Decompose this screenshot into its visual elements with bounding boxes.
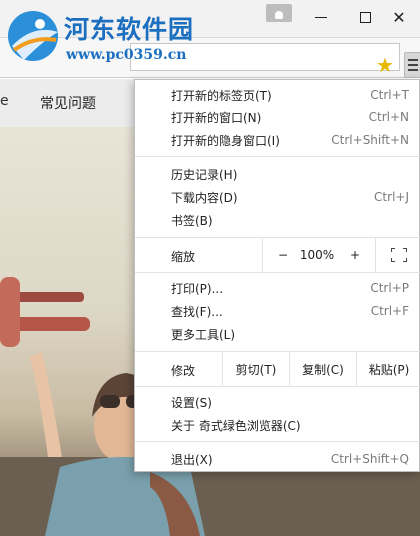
nav-item-partial[interactable]: e [0,93,9,109]
menu-item-new-incognito[interactable]: 打开新的隐身窗口(I) Ctrl+Shift+N [135,129,420,151]
edit-label: 修改 [171,364,196,378]
menu-item-about[interactable]: 关于 奇式绿色浏览器(C) [135,414,420,436]
browser-main-menu: 打开新的标签页(T) Ctrl+T 打开新的窗口(N) Ctrl+N 打开新的隐… [134,79,420,472]
close-icon: ✕ [392,7,406,27]
nav-item-faq[interactable]: 常见问题 [40,93,96,113]
menu-divider [135,386,420,387]
paste-button[interactable]: 粘贴(P) [357,352,420,386]
zoom-in-button[interactable]: + [335,238,375,272]
zoom-row: 缩放 − 100% + [135,238,420,272]
menu-item-downloads[interactable]: 下载内容(D) Ctrl+J [135,186,420,208]
minimize-icon [315,16,327,18]
site-logo [8,11,58,61]
menu-item-print[interactable]: 打印(P)... Ctrl+P [135,277,420,299]
menu-divider [135,441,420,442]
menu-item-bookmarks[interactable]: 书签(B) › [135,209,420,231]
cut-button[interactable]: 剪切(T) [223,352,289,386]
menu-item-find[interactable]: 查找(F)... Ctrl+F [135,300,420,322]
menu-item-new-window[interactable]: 打开新的窗口(N) Ctrl+N [135,106,420,128]
close-button[interactable]: ✕ [376,0,420,34]
hamburger-menu-icon[interactable] [404,52,420,78]
fullscreen-icon [390,248,407,262]
menu-item-settings[interactable]: 设置(S) [135,391,420,413]
copy-button[interactable]: 复制(C) [290,352,356,386]
star-icon[interactable]: ★ [376,55,394,75]
brand-url: www.pc0359.cn [66,47,187,63]
zoom-label: 缩放 [171,250,196,264]
minimize-button[interactable] [298,0,344,34]
title-bar: ✕ [0,0,420,38]
profile-icon[interactable] [266,4,292,22]
menu-item-new-tab[interactable]: 打开新的标签页(T) Ctrl+T [135,84,420,106]
zoom-level: 100% [299,248,335,262]
menu-item-history[interactable]: 历史记录(H) › [135,163,420,185]
brand-name: 河东软件园 [64,15,195,44]
maximize-icon [359,11,371,23]
toy-plane [0,277,90,347]
menu-divider [135,272,420,273]
menu-item-more-tools[interactable]: 更多工具(L) › [135,323,420,345]
menu-divider [135,156,420,157]
edit-row: 修改 剪切(T) 复制(C) 粘贴(P) [135,352,420,386]
fullscreen-button[interactable] [376,238,420,272]
browser-toolbar [0,38,420,78]
menu-item-exit[interactable]: 退出(X) Ctrl+Shift+Q [135,448,420,470]
